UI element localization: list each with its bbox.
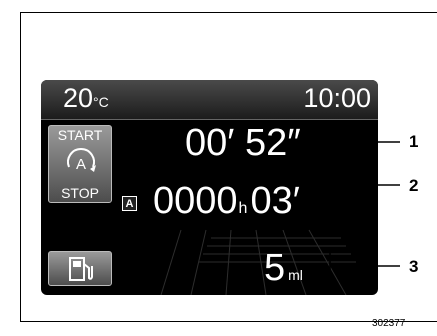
start-stop-a-icon: A	[67, 148, 96, 173]
accumulated-time: 0000h03′	[153, 180, 300, 222]
multi-info-display: 20°C 10:00 START A STOP A 00′ 52″ 0000h0…	[41, 80, 378, 295]
svg-text:A: A	[76, 156, 86, 173]
callout-1: 1	[409, 132, 419, 151]
time-counter: 00′ 52″	[185, 122, 301, 164]
fuel-saved-value: 5 ml	[264, 247, 303, 289]
image-code: 302377	[372, 318, 406, 329]
fuel-pump-icon	[69, 257, 93, 281]
start-label: START	[57, 127, 103, 143]
clock: 10:00	[303, 83, 371, 113]
stop-label: STOP	[61, 185, 99, 201]
callout-2: 2	[409, 176, 419, 195]
status-bar: 20°C 10:00	[41, 80, 378, 120]
fuel-economy-button[interactable]	[48, 251, 112, 286]
callout-3: 3	[409, 257, 419, 276]
auto-badge: A	[122, 196, 137, 211]
outside-temperature: 20°C	[63, 83, 109, 113]
start-stop-button[interactable]: START A STOP	[48, 125, 112, 203]
